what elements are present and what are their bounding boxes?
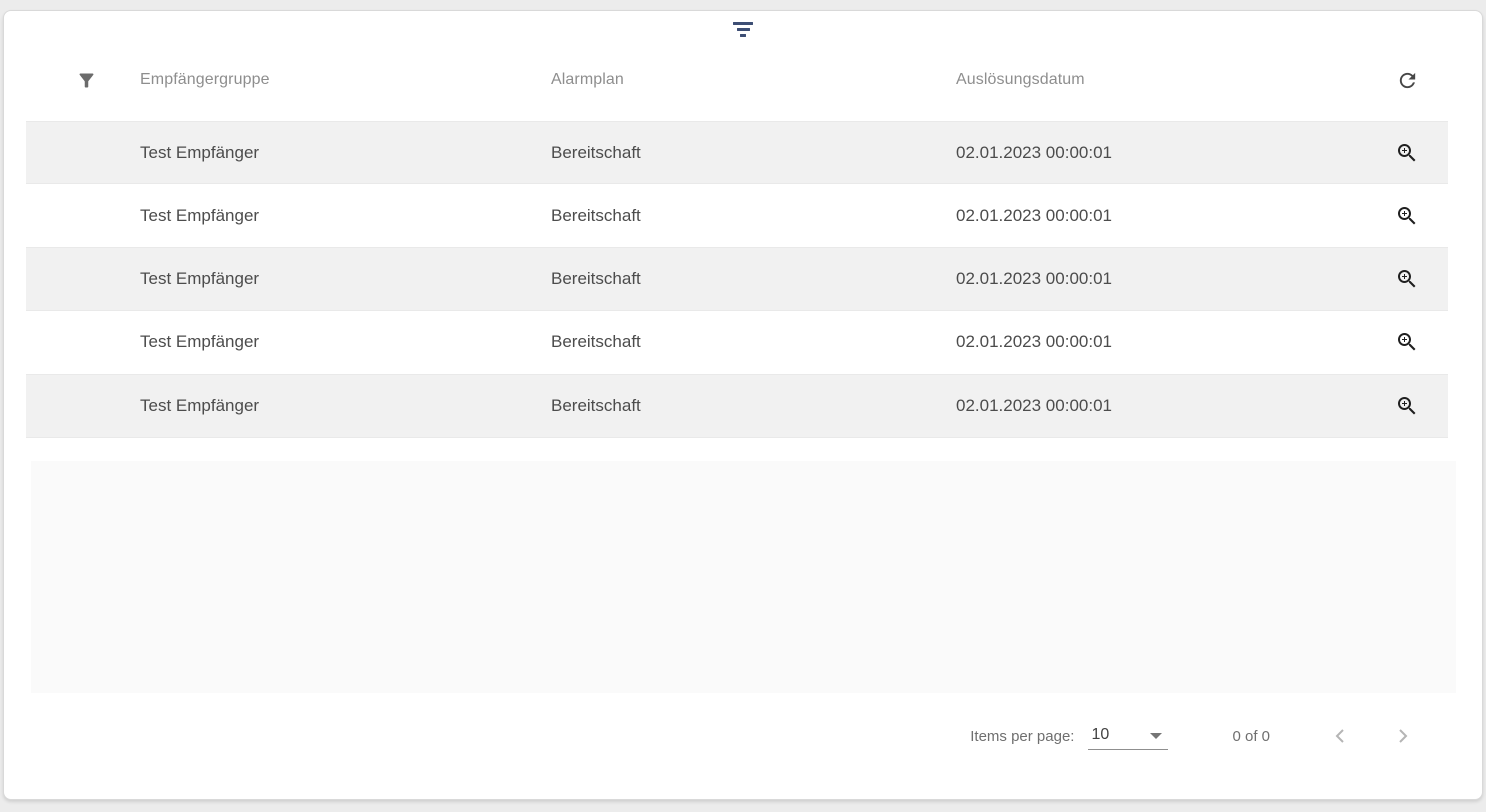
row-ausloesungsdatum: 02.01.2023 00:00:01 — [954, 143, 1375, 163]
empty-area — [31, 461, 1456, 693]
dropdown-arrow-icon — [1150, 733, 1162, 739]
alarm-history-table-card: Empfängergruppe Alarmplan Auslösungsdatu… — [3, 10, 1483, 800]
refresh-icon — [1396, 69, 1419, 92]
table-row: Test Empfänger Bereitschaft 02.01.2023 0… — [26, 375, 1448, 438]
table-row: Test Empfänger Bereitschaft 02.01.2023 0… — [26, 311, 1448, 374]
column-header-ausloesungsdatum: Auslösungsdatum — [954, 71, 1375, 89]
previous-page-button[interactable] — [1318, 714, 1362, 758]
page-size-value: 10 — [1091, 726, 1109, 744]
page-size-select[interactable]: 10 — [1088, 723, 1168, 750]
row-alarmplan: Bereitschaft — [549, 269, 954, 289]
table-row: Test Empfänger Bereitschaft 02.01.2023 0… — [26, 121, 1448, 184]
column-header-empfaengergruppe: Empfängergruppe — [138, 71, 549, 89]
row-empfaengergruppe: Test Empfänger — [138, 143, 549, 163]
row-ausloesungsdatum: 02.01.2023 00:00:01 — [954, 269, 1375, 289]
zoom-in-icon — [1395, 394, 1419, 418]
row-empfaengergruppe: Test Empfänger — [138, 332, 549, 352]
row-ausloesungsdatum: 02.01.2023 00:00:01 — [954, 206, 1375, 226]
filter-funnel-icon[interactable] — [76, 70, 97, 91]
zoom-in-icon — [1395, 330, 1419, 354]
next-page-button[interactable] — [1381, 714, 1425, 758]
table-row: Test Empfänger Bereitschaft 02.01.2023 0… — [26, 248, 1448, 311]
row-ausloesungsdatum: 02.01.2023 00:00:01 — [954, 396, 1375, 416]
row-alarmplan: Bereitschaft — [549, 206, 954, 226]
chevron-right-icon — [1391, 724, 1415, 748]
zoom-in-icon — [1395, 267, 1419, 291]
zoom-in-button[interactable] — [1385, 194, 1429, 238]
chevron-left-icon — [1328, 724, 1352, 748]
filter-list-icon[interactable] — [729, 20, 757, 40]
column-header-alarmplan: Alarmplan — [549, 71, 954, 89]
filter-list-bar — [733, 22, 753, 25]
zoom-in-button[interactable] — [1385, 257, 1429, 301]
zoom-in-button[interactable] — [1385, 131, 1429, 175]
zoom-in-icon — [1395, 204, 1419, 228]
row-alarmplan: Bereitschaft — [549, 143, 954, 163]
paginator: Items per page: 10 0 of 0 — [970, 711, 1425, 761]
row-empfaengergruppe: Test Empfänger — [138, 269, 549, 289]
row-alarmplan: Bereitschaft — [549, 332, 954, 352]
row-empfaengergruppe: Test Empfänger — [138, 396, 549, 416]
paginator-range-label: 0 of 0 — [1232, 728, 1270, 745]
zoom-in-icon — [1395, 141, 1419, 165]
table-header-row: Empfängergruppe Alarmplan Auslösungsdatu… — [26, 50, 1448, 110]
refresh-button[interactable] — [1385, 58, 1429, 102]
zoom-in-button[interactable] — [1385, 320, 1429, 364]
table-rows: Test Empfänger Bereitschaft 02.01.2023 0… — [26, 121, 1448, 438]
table-row: Test Empfänger Bereitschaft 02.01.2023 0… — [26, 184, 1448, 247]
row-ausloesungsdatum: 02.01.2023 00:00:01 — [954, 332, 1375, 352]
zoom-in-button[interactable] — [1385, 384, 1429, 428]
row-empfaengergruppe: Test Empfänger — [138, 206, 549, 226]
filter-list-bar — [740, 34, 746, 37]
row-alarmplan: Bereitschaft — [549, 396, 954, 416]
items-per-page-label: Items per page: — [970, 728, 1074, 745]
filter-list-bar — [737, 28, 750, 31]
